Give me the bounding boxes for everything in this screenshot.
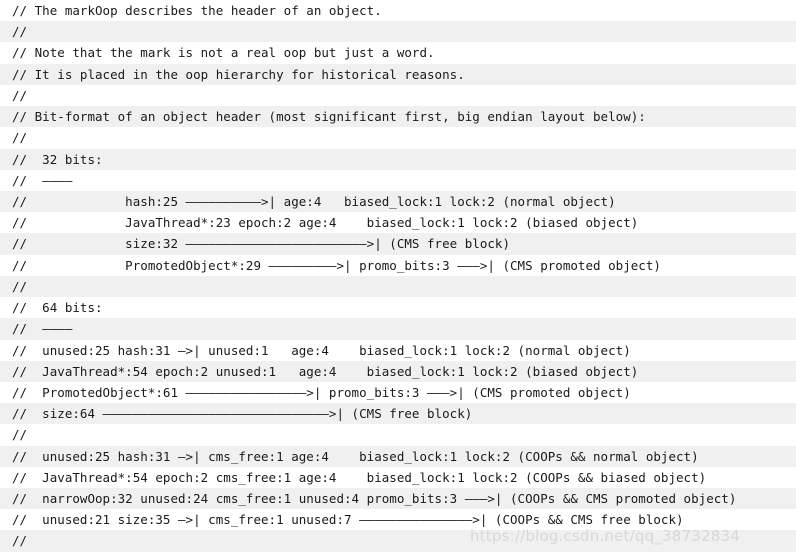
code-line: // JavaThread*:54 epoch:2 cms_free:1 age… bbox=[0, 466, 796, 489]
code-line: // narrowOop:32 unused:24 cms_free:1 unu… bbox=[0, 488, 796, 510]
code-line: // ———— bbox=[0, 169, 796, 191]
code-block: // The markOop describes the header of a… bbox=[0, 0, 796, 552]
code-line: // size:64 —————————————————————————————… bbox=[0, 403, 796, 425]
code-line: // It is placed in the oop hierarchy for… bbox=[0, 63, 796, 85]
code-line: // JavaThread*:23 epoch:2 age:4 biased_l… bbox=[0, 212, 796, 234]
code-line: // Bit-format of an object header (most … bbox=[0, 106, 796, 128]
code-line: // unused:21 size:35 —>| cms_free:1 unus… bbox=[0, 509, 796, 531]
code-line: // Note that the mark is not a real oop … bbox=[0, 42, 796, 64]
code-line: // bbox=[0, 424, 796, 446]
code-line: // size:32 ————————————————————————>| (C… bbox=[0, 233, 796, 255]
code-line: // The markOop describes the header of a… bbox=[0, 0, 796, 22]
code-line: // PromotedObject*:29 —————————>| promo_… bbox=[0, 254, 796, 276]
code-line: // bbox=[0, 21, 796, 43]
code-line: // 32 bits: bbox=[0, 148, 796, 170]
code-line: // JavaThread*:54 epoch:2 unused:1 age:4… bbox=[0, 360, 796, 382]
code-line: // unused:25 hash:31 —>| unused:1 age:4 … bbox=[0, 339, 796, 361]
code-line: // unused:25 hash:31 —>| cms_free:1 age:… bbox=[0, 445, 796, 467]
code-line: // bbox=[0, 530, 796, 552]
code-line: // ———— bbox=[0, 318, 796, 340]
code-line: // bbox=[0, 275, 796, 298]
code-line: // PromotedObject*:61 ————————————————>|… bbox=[0, 381, 796, 404]
code-line: // bbox=[0, 84, 796, 107]
code-line: // 64 bits: bbox=[0, 297, 796, 319]
code-line: // hash:25 ——————————>| age:4 biased_loc… bbox=[0, 190, 796, 213]
code-line: // bbox=[0, 127, 796, 149]
